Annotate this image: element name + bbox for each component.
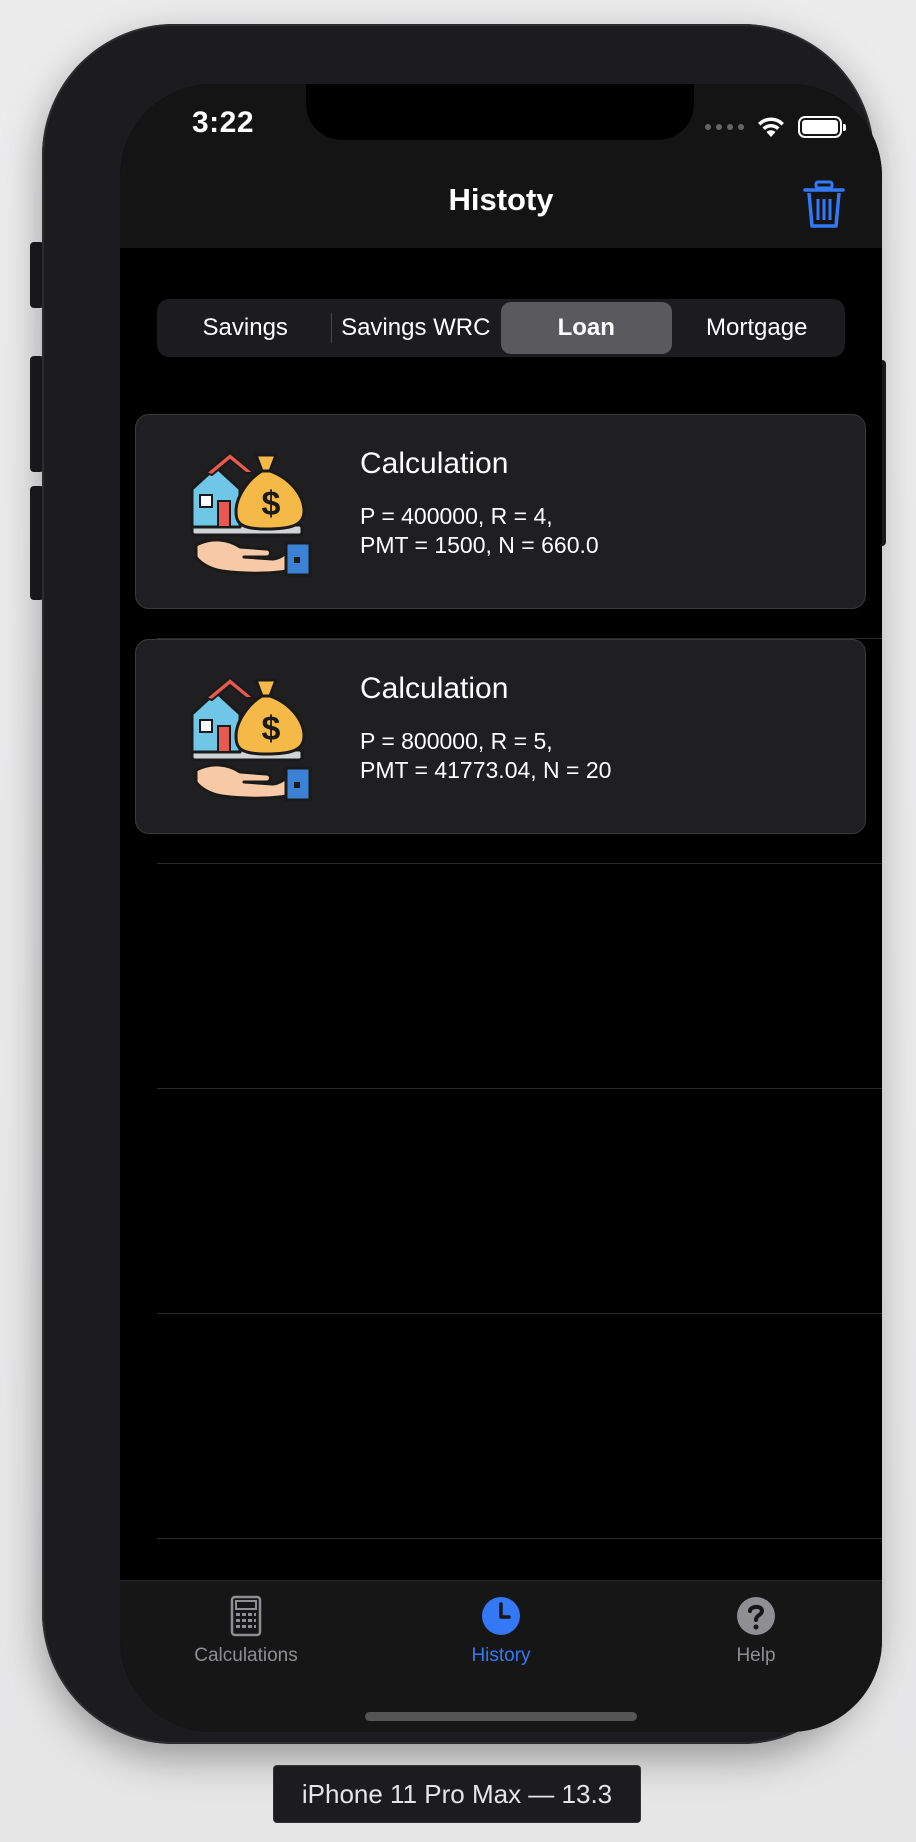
loan-house-moneybag-icon: $ bbox=[190, 451, 312, 577]
status-icons bbox=[705, 114, 846, 140]
history-card[interactable]: $ Calculation P = 400000, R = 4, PMT = 1… bbox=[135, 414, 866, 609]
signal-icon bbox=[705, 124, 744, 130]
history-card-params: P = 400000, R = 4, bbox=[360, 503, 553, 529]
tab-label: History bbox=[471, 1645, 531, 1666]
tab-calculations[interactable]: Calculations bbox=[156, 1595, 336, 1685]
segment-divider bbox=[330, 313, 332, 343]
empty-list-row bbox=[120, 864, 882, 1089]
question-icon bbox=[737, 1597, 775, 1635]
svg-text:$: $ bbox=[262, 485, 281, 523]
history-card-title: Calculation bbox=[360, 672, 509, 705]
row-separator bbox=[157, 1538, 882, 1539]
empty-list-row bbox=[120, 1314, 882, 1539]
notch bbox=[306, 84, 694, 140]
wifi-icon bbox=[758, 117, 784, 137]
status-time: 3:22 bbox=[192, 106, 255, 139]
calculator-icon bbox=[230, 1595, 262, 1637]
segment-label: Loan bbox=[557, 314, 615, 341]
history-card-params: P = 800000, R = 5, bbox=[360, 728, 553, 754]
trash-icon[interactable] bbox=[802, 180, 846, 230]
tab-bar: Calculations History Help bbox=[120, 1580, 882, 1732]
battery-icon bbox=[798, 116, 846, 138]
list-item: $ Calculation P = 800000, R = 5, PMT = 4… bbox=[120, 639, 882, 864]
tab-label: Help bbox=[736, 1645, 776, 1666]
navigation-bar: 3:22 Histoty bbox=[120, 84, 882, 248]
home-indicator[interactable] bbox=[365, 1712, 637, 1721]
phone-screen: 3:22 Histoty Savings Savings WRC Loan Mo… bbox=[120, 84, 882, 1732]
segment-savings-wrc[interactable]: Savings WRC bbox=[330, 302, 502, 354]
svg-text:$: $ bbox=[262, 710, 281, 748]
segment-label: Savings bbox=[202, 314, 288, 341]
segment-label: Mortgage bbox=[706, 314, 808, 341]
history-card[interactable]: $ Calculation P = 800000, R = 5, PMT = 4… bbox=[135, 639, 866, 834]
segment-label: Savings WRC bbox=[341, 314, 491, 341]
history-card-title: Calculation bbox=[360, 447, 509, 480]
segment-mortgage[interactable]: Mortgage bbox=[672, 302, 843, 354]
tab-history[interactable]: History bbox=[411, 1595, 591, 1685]
page-title: Histoty bbox=[448, 182, 554, 217]
empty-list-row bbox=[120, 1089, 882, 1314]
history-card-result: PMT = 1500, N = 660.0 bbox=[360, 532, 599, 558]
loan-house-moneybag-icon: $ bbox=[190, 676, 312, 802]
segment-loan[interactable]: Loan bbox=[501, 302, 672, 354]
history-type-segmented-control: Savings Savings WRC Loan Mortgage bbox=[157, 299, 845, 357]
history-card-result: PMT = 41773.04, N = 20 bbox=[360, 757, 612, 783]
tab-label: Calculations bbox=[194, 1645, 298, 1666]
segment-savings[interactable]: Savings bbox=[160, 302, 331, 354]
history-list: $ Calculation P = 400000, R = 4, PMT = 1… bbox=[120, 414, 882, 1539]
device-label: iPhone 11 Pro Max — 13.3 bbox=[273, 1765, 641, 1823]
list-item: $ Calculation P = 400000, R = 4, PMT = 1… bbox=[120, 414, 882, 639]
tab-help[interactable]: Help bbox=[666, 1595, 846, 1685]
phone-frame: 3:22 Histoty Savings Savings WRC Loan Mo… bbox=[42, 24, 882, 1744]
clock-icon bbox=[482, 1597, 520, 1635]
